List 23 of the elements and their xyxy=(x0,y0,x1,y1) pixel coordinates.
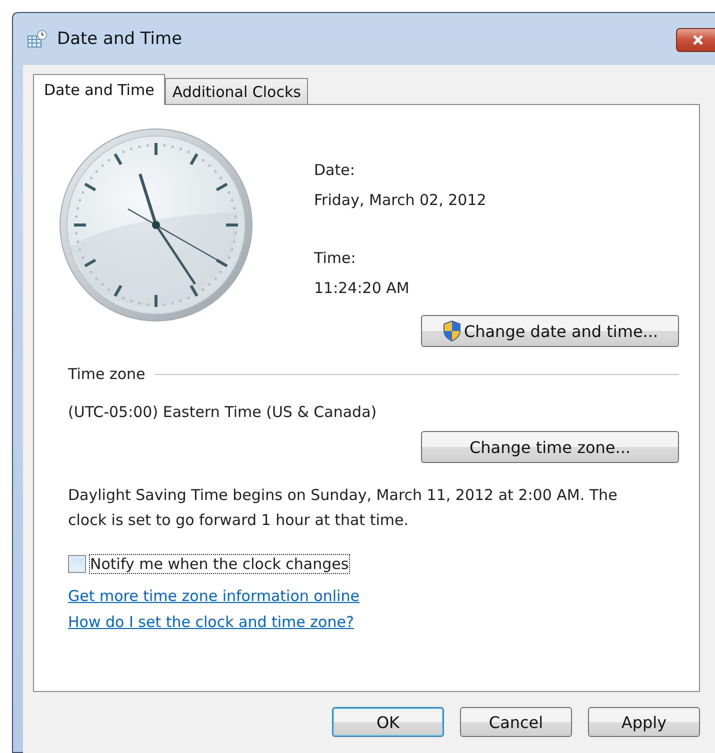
dialog-button[interactable]: OK xyxy=(332,707,444,737)
help-link[interactable]: Get more time zone information online xyxy=(68,587,360,605)
close-icon xyxy=(691,34,705,46)
dialog-button[interactable]: Apply xyxy=(588,707,700,737)
checkbox[interactable] xyxy=(68,555,86,573)
change-date-time-button[interactable]: Change date and time... xyxy=(421,315,679,347)
help-link[interactable]: How do I set the clock and time zone? xyxy=(68,613,354,631)
window-title: Date and Time xyxy=(57,29,182,49)
checkbox-label[interactable]: Notify me when the clock changes xyxy=(90,555,349,573)
close-button[interactable] xyxy=(676,28,715,52)
dialog-button[interactable]: Cancel xyxy=(460,707,572,737)
calendar-clock-icon xyxy=(27,30,47,48)
daylight-saving-note: Daylight Saving Time begins on Sunday, March 11, 2012 at 2:00 AM. The clock is set to go forward 1 hour at that time. xyxy=(68,485,618,531)
time-label: Time: xyxy=(314,248,357,269)
time-value: 11:24:20 AM xyxy=(314,278,410,299)
section-heading: Time zone xyxy=(68,365,146,383)
date-value: Friday, March 02, 2012 xyxy=(314,190,486,211)
change-time-zone-button[interactable]: Change time zone... xyxy=(421,431,679,463)
tab[interactable]: Date and Time xyxy=(33,74,166,105)
tab[interactable]: Additional Clocks xyxy=(165,78,308,104)
date-label: Date: xyxy=(314,160,356,181)
time-zone-value: (UTC-05:00) Eastern Time (US & Canada) xyxy=(68,403,378,421)
shield-icon xyxy=(442,320,462,342)
